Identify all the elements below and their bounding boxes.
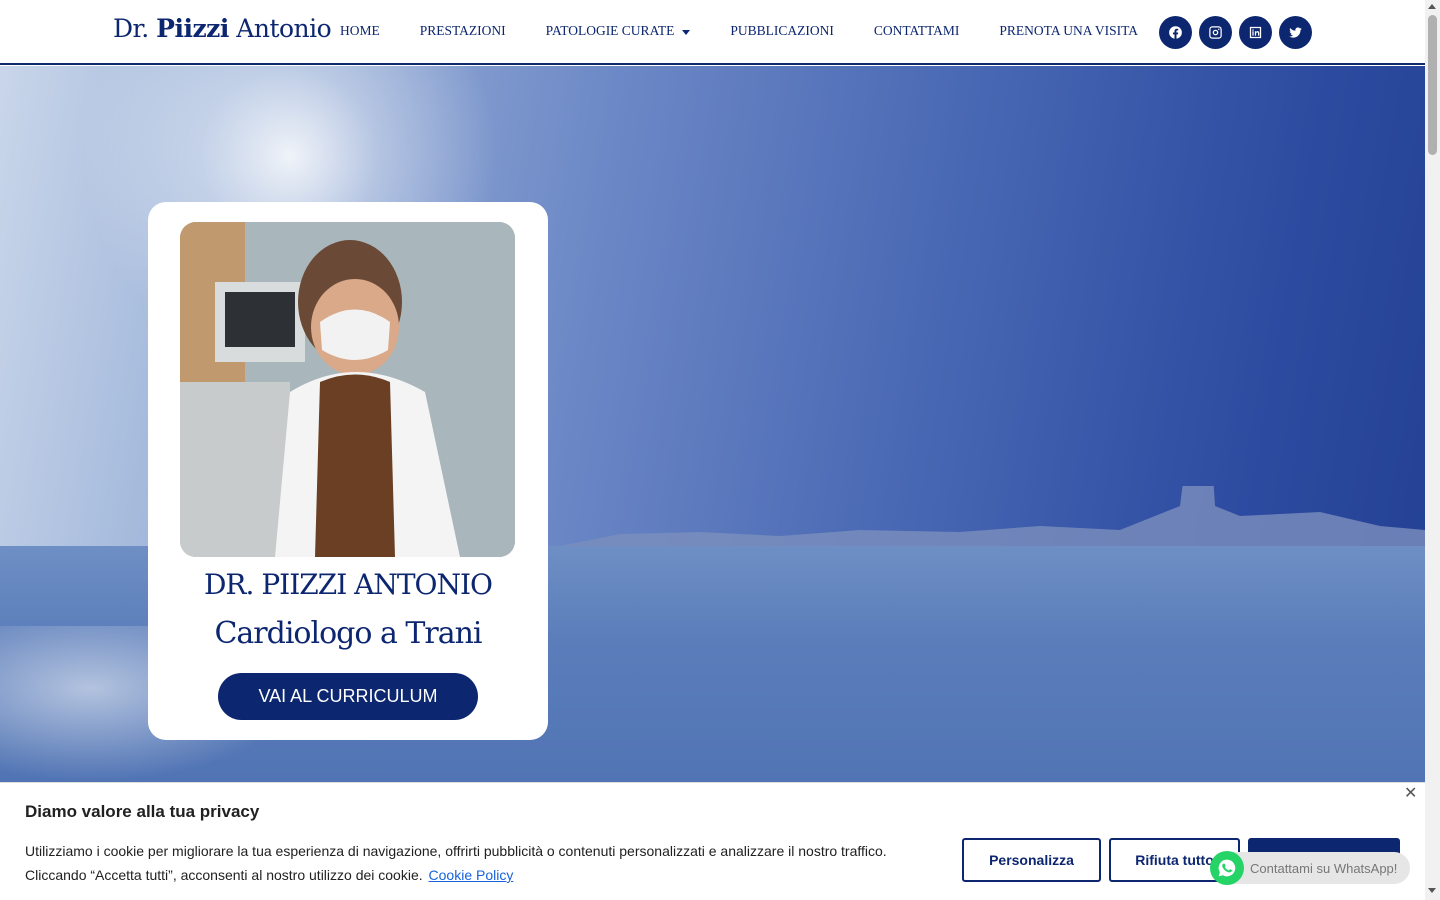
scroll-thumb[interactable]: [1428, 15, 1437, 155]
social-links: [1159, 16, 1319, 49]
whatsapp-icon: [1210, 851, 1244, 885]
close-icon[interactable]: ✕: [1404, 783, 1417, 803]
curriculum-button[interactable]: VAI AL CURRICULUM: [218, 673, 478, 720]
logo-suffix: Antonio: [236, 14, 332, 43]
cookie-text: Utilizziamo i cookie per migliorare la t…: [25, 839, 925, 887]
instagram-icon[interactable]: [1199, 16, 1232, 49]
nav-contattami[interactable]: CONTATTAMI: [874, 23, 960, 39]
chevron-down-icon: [682, 29, 691, 35]
doctor-specialty: Cardiologo a Trani: [214, 616, 482, 651]
doctor-photo: [180, 222, 515, 557]
linkedin-icon[interactable]: [1239, 16, 1272, 49]
nav-home-label: HOME: [340, 23, 380, 38]
main-nav: HOME PRESTAZIONI PATOLOGIE CURATE PUBBLI…: [340, 23, 1178, 39]
facebook-icon[interactable]: [1159, 16, 1192, 49]
scroll-up-icon[interactable]: [1428, 4, 1436, 9]
whatsapp-widget[interactable]: Contattami su WhatsApp!: [1210, 851, 1410, 885]
scroll-down-icon[interactable]: [1428, 888, 1436, 893]
site-logo[interactable]: Dr. Piizzi Antonio: [113, 14, 332, 43]
hero-section: DR. PIIZZI ANTONIO Cardiologo a Trani VA…: [0, 66, 1425, 782]
nav-prestazioni[interactable]: PRESTAZIONI: [420, 23, 506, 39]
nav-patologie-curate[interactable]: PATOLOGIE CURATE: [546, 23, 691, 39]
twitter-icon[interactable]: [1279, 16, 1312, 49]
nav-prenota-label: PRENOTA UNA VISITA: [999, 23, 1139, 38]
nav-patologie-label: PATOLOGIE CURATE: [545, 23, 675, 38]
nav-prenota-visita[interactable]: PRENOTA UNA VISITA: [999, 23, 1138, 39]
page-scrollbar[interactable]: [1425, 0, 1440, 900]
cookie-policy-link[interactable]: Cookie Policy: [429, 867, 514, 883]
cookie-banner: ✕ Diamo valore alla tua privacy Utilizzi…: [0, 782, 1425, 900]
logo-bold: Piizzi: [156, 14, 229, 43]
cookie-title: Diamo valore alla tua privacy: [25, 802, 260, 821]
doctor-name: DR. PIIZZI ANTONIO: [203, 568, 493, 601]
nav-prestazioni-label: PRESTAZIONI: [419, 23, 506, 38]
logo-prefix: Dr.: [113, 14, 149, 43]
whatsapp-label: Contattami su WhatsApp!: [1250, 861, 1398, 876]
nav-pubblicazioni[interactable]: PUBBLICAZIONI: [730, 23, 834, 39]
nav-pubblicazioni-label: PUBBLICAZIONI: [730, 23, 834, 38]
site-header: Dr. Piizzi Antonio HOME PRESTAZIONI PATO…: [0, 0, 1425, 65]
nav-contattami-label: CONTATTAMI: [873, 23, 960, 38]
doctor-photo-illustration: [180, 222, 515, 557]
customize-button[interactable]: Personalizza: [962, 838, 1101, 882]
nav-home[interactable]: HOME: [340, 23, 380, 39]
doctor-card: DR. PIIZZI ANTONIO Cardiologo a Trani VA…: [148, 202, 548, 740]
